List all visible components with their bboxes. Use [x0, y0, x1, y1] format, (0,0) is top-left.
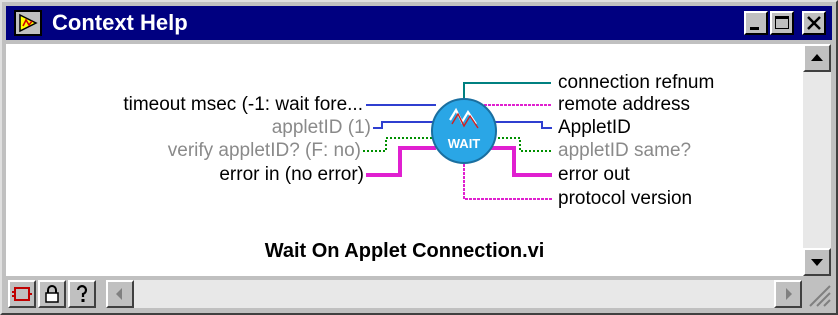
scroll-right-button[interactable] [774, 280, 802, 308]
title-bar[interactable]: Context Help [6, 6, 832, 40]
close-icon [807, 16, 821, 30]
output-label-error-out: error out [558, 164, 630, 185]
input-label-timeout: timeout msec (-1: wait fore... [123, 94, 363, 115]
context-help-window: Context Help WAIT timeout msec (-1: wait… [0, 0, 838, 315]
labview-icon [14, 10, 42, 36]
lock-button[interactable] [38, 280, 66, 308]
input-label-appletid: appletID (1) [271, 117, 371, 138]
wait-icon-text: WAIT [448, 136, 481, 151]
window-title: Context Help [52, 10, 188, 35]
scroll-left-button[interactable] [106, 280, 134, 308]
output-label-appletid: AppletID [558, 117, 631, 138]
arrow-left-icon [116, 288, 122, 300]
maximize-button[interactable] [770, 11, 794, 35]
question-mark-icon [76, 285, 88, 302]
resize-grip-icon[interactable] [804, 280, 832, 308]
input-label-verify-appletid: verify appletID? (F: no) [167, 140, 361, 161]
minimize-button[interactable] [744, 11, 768, 35]
scroll-up-button[interactable] [803, 44, 831, 72]
help-content-pane: WAIT timeout msec (-1: wait fore... appl… [6, 44, 803, 276]
wire-error-in [366, 146, 436, 177]
wire-appletid-out [494, 121, 552, 129]
arrow-down-icon [811, 259, 823, 266]
input-label-error-in: error in (no error) [219, 164, 364, 185]
minimize-icon [750, 27, 759, 30]
lock-icon [45, 285, 59, 303]
output-label-appletid-same: appletID same? [558, 140, 692, 161]
scroll-down-button[interactable] [803, 248, 831, 276]
arrow-up-icon [811, 54, 823, 61]
close-button[interactable] [802, 11, 826, 35]
simple-diagram-button[interactable] [8, 280, 36, 308]
wire-appletid-in [373, 121, 436, 129]
vertical-scrollbar[interactable] [803, 44, 831, 276]
wait-vi-icon [431, 98, 497, 164]
simple-diagram-icon [12, 287, 32, 301]
output-label-connection-refnum: connection refnum [558, 72, 715, 93]
output-label-remote-address: remote address [558, 94, 691, 115]
online-help-button[interactable] [68, 280, 96, 308]
horizontal-scrollbar[interactable] [106, 280, 802, 308]
arrow-right-icon [786, 288, 792, 300]
wire-protocol-version [463, 156, 552, 200]
maximize-icon [775, 16, 789, 29]
vi-name: Wait On Applet Connection.vi [264, 240, 545, 262]
bottom-toolbar [6, 278, 832, 309]
wire-error-out [486, 146, 552, 177]
output-label-protocol-version: protocol version [558, 188, 693, 209]
